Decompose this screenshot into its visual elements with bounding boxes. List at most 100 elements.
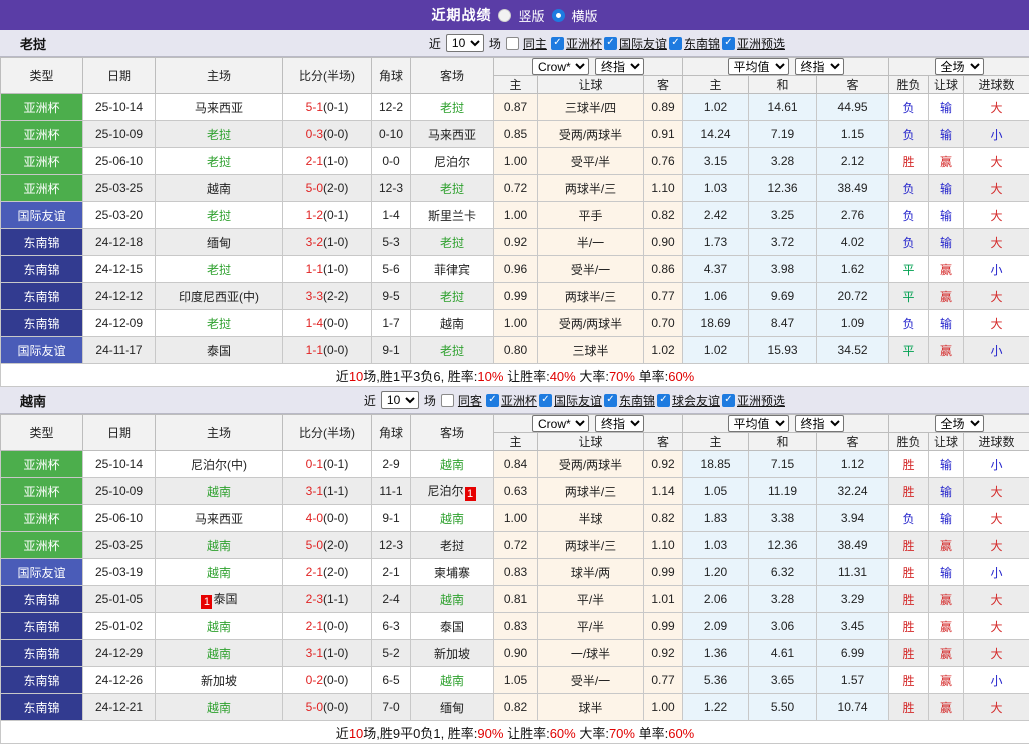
- corner-count: 1-4: [372, 202, 411, 229]
- avg-draw: 7.19: [749, 121, 817, 148]
- summary-segment: 大率:: [576, 726, 609, 741]
- league-checkbox[interactable]: ✓: [551, 37, 564, 50]
- result-winloss: 平: [889, 337, 929, 364]
- league-checkbox[interactable]: ✓: [669, 37, 682, 50]
- odds-away: 1.10: [644, 175, 683, 202]
- odds-handicap: 受两/两球半: [538, 310, 644, 337]
- match-score: 2-3(1-1): [283, 586, 372, 613]
- league-label[interactable]: 国际友谊: [619, 35, 667, 52]
- col-goals: 进球数: [964, 433, 1029, 451]
- home-team: 老挝: [156, 121, 283, 148]
- odds-handicap: 半/一: [538, 229, 644, 256]
- result-goals: 大: [964, 640, 1029, 667]
- same-venue-label[interactable]: 同客: [458, 392, 482, 409]
- summary-segment: 70%: [609, 369, 635, 384]
- avg-draw: 5.50: [749, 694, 817, 721]
- summary-segment: 场,胜9平0负1, 胜率:: [363, 726, 477, 741]
- odds-company-select[interactable]: Crow*: [532, 58, 589, 75]
- odds-handicap: 受半/一: [538, 667, 644, 694]
- table-row: 亚洲杯25-10-14尼泊尔(中)0-1(0-1)2-9越南0.84受两/两球半…: [1, 451, 1029, 478]
- team-label: 柬埔寨: [434, 566, 470, 580]
- same-venue-checkbox[interactable]: [441, 394, 454, 407]
- away-team: 新加坡: [411, 640, 494, 667]
- corner-count: 5-3: [372, 229, 411, 256]
- horizontal-layout-radio[interactable]: [552, 9, 565, 22]
- fulltime-score: 3-1: [306, 646, 323, 660]
- odds-handicap: 三球半/四: [538, 94, 644, 121]
- league-label[interactable]: 东南锦: [619, 392, 655, 409]
- league-checkbox[interactable]: ✓: [539, 394, 552, 407]
- result-handicap: 输: [929, 559, 964, 586]
- odds-final-select[interactable]: 终指: [595, 415, 644, 432]
- match-count-select[interactable]: 10: [381, 391, 419, 409]
- league-checkbox[interactable]: ✓: [486, 394, 499, 407]
- avg-final-select[interactable]: 终指: [795, 415, 844, 432]
- league-checkbox[interactable]: ✓: [604, 37, 617, 50]
- home-team: 印度尼西亚(中): [156, 283, 283, 310]
- league-checkbox[interactable]: ✓: [722, 37, 735, 50]
- home-team: 尼泊尔(中): [156, 451, 283, 478]
- league-label[interactable]: 亚洲预选: [737, 35, 785, 52]
- team-label: 越南: [440, 512, 464, 526]
- corner-count: 0-0: [372, 148, 411, 175]
- match-date: 24-12-18: [83, 229, 156, 256]
- match-count-select[interactable]: 10: [446, 34, 484, 52]
- summary-segment: 70%: [609, 726, 635, 741]
- same-venue-checkbox[interactable]: [506, 37, 519, 50]
- avg-company-group: 平均值终指: [683, 58, 889, 76]
- avg-final-select[interactable]: 终指: [795, 58, 844, 75]
- avg-away: 1.12: [817, 451, 889, 478]
- league-label[interactable]: 亚洲预选: [737, 392, 785, 409]
- league-label[interactable]: 国际友谊: [554, 392, 602, 409]
- result-handicap: 赢: [929, 256, 964, 283]
- team-label: 尼泊尔: [434, 155, 470, 169]
- table-row: 亚洲杯25-10-09老挝0-3(0-0)0-10马来西亚0.85受两/两球半0…: [1, 121, 1029, 148]
- match-score: 2-1(2-0): [283, 559, 372, 586]
- league-checkbox[interactable]: ✓: [722, 394, 735, 407]
- away-team: 尼泊尔: [411, 148, 494, 175]
- odds-away: 0.91: [644, 121, 683, 148]
- scope-select[interactable]: 全场: [935, 58, 984, 75]
- result-goals: 大: [964, 613, 1029, 640]
- table-row: 国际友谊25-03-19越南2-1(2-0)2-1柬埔寨0.83球半/两0.99…: [1, 559, 1029, 586]
- result-winloss: 负: [889, 175, 929, 202]
- league-label[interactable]: 东南锦: [684, 35, 720, 52]
- avg-company-select[interactable]: 平均值: [728, 58, 789, 75]
- away-team: 尼泊尔1: [411, 478, 494, 505]
- avg-draw: 3.65: [749, 667, 817, 694]
- match-date: 25-10-09: [83, 478, 156, 505]
- odds-away: 0.77: [644, 283, 683, 310]
- away-team: 柬埔寨: [411, 559, 494, 586]
- league-label[interactable]: 球会友谊: [672, 392, 720, 409]
- odds-company-select[interactable]: Crow*: [532, 415, 589, 432]
- team-label: 泰国: [207, 344, 231, 358]
- match-date: 25-06-10: [83, 148, 156, 175]
- match-type: 东南锦: [1, 229, 83, 256]
- league-label[interactable]: 亚洲杯: [501, 392, 537, 409]
- league-label[interactable]: 亚洲杯: [566, 35, 602, 52]
- halftime-score: (0-0): [323, 316, 348, 330]
- vertical-layout-radio[interactable]: [498, 9, 511, 22]
- odds-final-select[interactable]: 终指: [595, 58, 644, 75]
- scope-select[interactable]: 全场: [935, 415, 984, 432]
- odds-home: 1.00: [494, 202, 538, 229]
- match-type: 国际友谊: [1, 559, 83, 586]
- avg-away: 11.31: [817, 559, 889, 586]
- odds-handicap: 一/球半: [538, 640, 644, 667]
- result-winloss: 胜: [889, 667, 929, 694]
- avg-company-select[interactable]: 平均值: [728, 415, 789, 432]
- table-row: 国际友谊25-03-20老挝1-2(0-1)1-4斯里兰卡1.00平手0.822…: [1, 202, 1029, 229]
- vertical-layout-label[interactable]: 竖版: [518, 6, 544, 25]
- match-type: 东南锦: [1, 667, 83, 694]
- match-type: 亚洲杯: [1, 94, 83, 121]
- col-avg-away: 客: [817, 433, 889, 451]
- result-goals: 大: [964, 283, 1029, 310]
- home-team: 老挝: [156, 202, 283, 229]
- league-checkbox[interactable]: ✓: [657, 394, 670, 407]
- match-date: 25-06-10: [83, 505, 156, 532]
- table-row: 东南锦24-12-09老挝1-4(0-0)1-7越南1.00受两/两球半0.70…: [1, 310, 1029, 337]
- col-odds-away: 客: [644, 433, 683, 451]
- same-venue-label[interactable]: 同主: [523, 35, 547, 52]
- horizontal-layout-label[interactable]: 横版: [572, 6, 598, 25]
- league-checkbox[interactable]: ✓: [604, 394, 617, 407]
